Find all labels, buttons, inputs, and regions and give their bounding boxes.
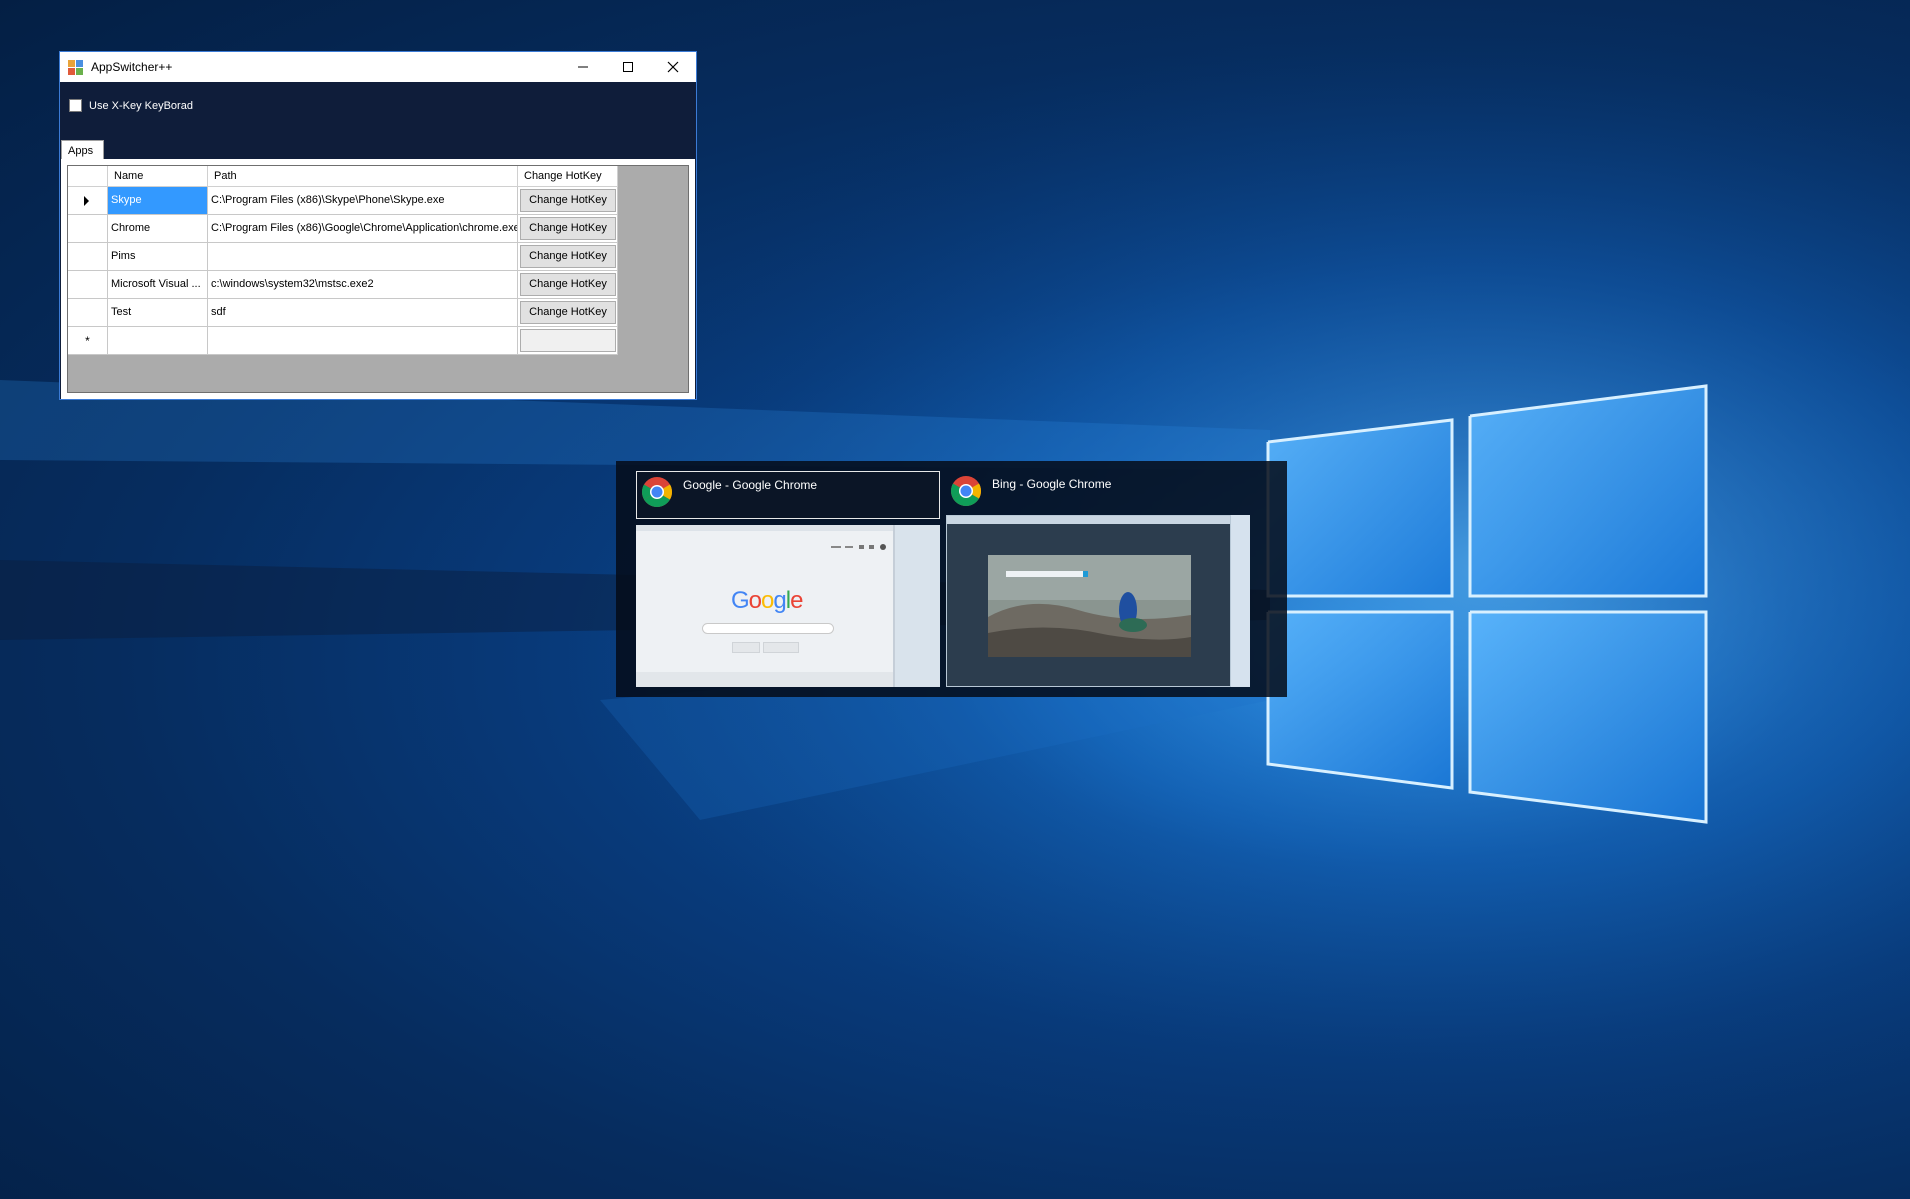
google-search-box [702, 623, 834, 634]
current-row-icon [84, 196, 89, 206]
row-header[interactable] [68, 243, 108, 271]
chrome-icon [950, 476, 982, 507]
maximize-button[interactable] [605, 52, 651, 82]
hotkey-cell [518, 327, 618, 355]
change-hotkey-button[interactable]: Change HotKey [520, 273, 616, 296]
app-icon [68, 59, 83, 75]
tab-apps[interactable]: Apps [61, 140, 104, 160]
switcher-item-bing[interactable]: Bing - Google Chrome [946, 471, 1256, 687]
path-cell[interactable]: sdf [208, 299, 518, 327]
table-row[interactable]: Skype C:\Program Files (x86)\Skype\Phone… [68, 187, 618, 215]
column-header-change-hotkey[interactable]: Change HotKey [518, 166, 618, 187]
google-top-links [831, 537, 889, 550]
path-cell[interactable]: c:\windows\system32\mstsc.exe2 [208, 271, 518, 299]
appswitcher-window: AppSwitcher++ Use X-Key KeyBorad Apps Na… [59, 51, 697, 400]
row-header[interactable] [68, 299, 108, 327]
path-cell[interactable] [208, 243, 518, 271]
bing-page-preview [946, 515, 1231, 687]
name-cell[interactable]: Test [108, 299, 208, 327]
google-footer [636, 672, 893, 687]
new-row-marker: * [85, 334, 90, 348]
close-button[interactable] [650, 52, 696, 82]
chrome-icon [641, 477, 673, 508]
switcher-item-header: Google - Google Chrome [636, 471, 940, 519]
path-cell[interactable]: C:\Program Files (x86)\Google\Chrome\App… [208, 215, 518, 243]
maximize-icon [623, 62, 633, 72]
change-hotkey-button[interactable]: Change HotKey [520, 301, 616, 324]
switcher-item-title: Bing - Google Chrome [992, 477, 1112, 491]
minimize-icon [578, 66, 588, 68]
apps-grid: Name Path Change HotKey Skype C:\Program… [67, 165, 689, 393]
close-icon [667, 61, 679, 73]
row-header[interactable] [68, 215, 108, 243]
row-header-corner [68, 166, 108, 187]
row-header[interactable]: * [68, 327, 108, 355]
xkey-checkbox-label[interactable]: Use X-Key KeyBorad [89, 100, 193, 112]
name-cell[interactable] [108, 327, 208, 355]
google-lucky-btn-preview [763, 642, 799, 653]
grid-header: Name Path Change HotKey [68, 166, 618, 187]
google-page-preview: Google [636, 525, 895, 687]
table-row[interactable]: Microsoft Visual ... c:\windows\system32… [68, 271, 618, 299]
title-bar[interactable]: AppSwitcher++ [60, 52, 696, 82]
change-hotkey-button-empty[interactable] [520, 329, 616, 352]
xkey-checkbox[interactable] [69, 99, 82, 112]
name-cell[interactable]: Chrome [108, 215, 208, 243]
bing-background-photo [988, 555, 1191, 657]
google-window-thumbnail: Google [636, 525, 940, 687]
switcher-item-google[interactable]: Google - Google Chrome Google [636, 471, 940, 687]
minimize-button[interactable] [560, 52, 606, 82]
table-row[interactable]: Pims Change HotKey [68, 243, 618, 271]
path-cell[interactable]: C:\Program Files (x86)\Skype\Phone\Skype… [208, 187, 518, 215]
window-switcher: Google - Google Chrome Google Bing - Goo… [616, 461, 1287, 697]
hotkey-cell: Change HotKey [518, 299, 618, 327]
table-row[interactable]: Test sdf Change HotKey [68, 299, 618, 327]
name-cell[interactable]: Pims [108, 243, 208, 271]
switcher-item-title: Google - Google Chrome [683, 478, 818, 492]
change-hotkey-button[interactable]: Change HotKey [520, 217, 616, 240]
google-search-btn-preview [732, 642, 760, 653]
hotkey-cell: Change HotKey [518, 243, 618, 271]
apps-tab-panel: Name Path Change HotKey Skype C:\Program… [61, 159, 695, 399]
path-cell[interactable] [208, 327, 518, 355]
row-header[interactable] [68, 271, 108, 299]
hotkey-cell: Change HotKey [518, 187, 618, 215]
row-header[interactable] [68, 187, 108, 215]
google-logo: Google [731, 587, 803, 614]
name-cell[interactable]: Microsoft Visual ... [108, 271, 208, 299]
switcher-item-header: Bing - Google Chrome [946, 471, 1256, 519]
change-hotkey-button[interactable]: Change HotKey [520, 189, 616, 212]
change-hotkey-button[interactable]: Change HotKey [520, 245, 616, 268]
hotkey-cell: Change HotKey [518, 215, 618, 243]
hotkey-cell: Change HotKey [518, 271, 618, 299]
name-cell[interactable]: Skype [108, 187, 208, 215]
column-header-name[interactable]: Name [108, 166, 208, 187]
column-header-path[interactable]: Path [208, 166, 518, 187]
xkey-option: Use X-Key KeyBorad [69, 99, 193, 112]
new-row[interactable]: * [68, 327, 618, 355]
table-row[interactable]: Chrome C:\Program Files (x86)\Google\Chr… [68, 215, 618, 243]
bing-window-thumbnail [946, 515, 1250, 687]
window-title: AppSwitcher++ [91, 60, 173, 74]
